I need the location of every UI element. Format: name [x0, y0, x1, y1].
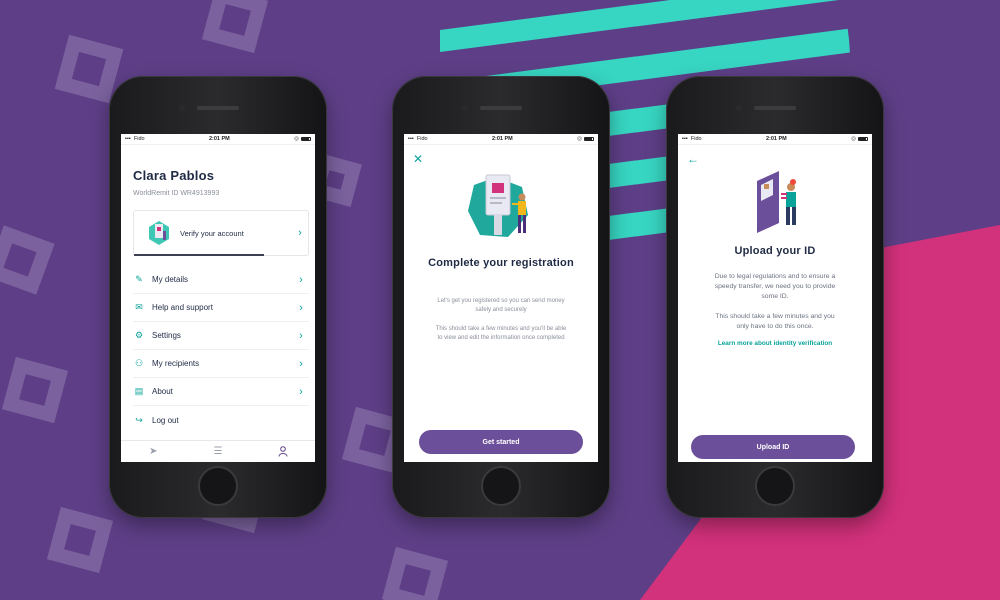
home-button[interactable] [755, 466, 795, 506]
status-bar: ▪▪▪ Fido 2:01 PM ◎ [121, 134, 315, 145]
upload-id-screen: ▪▪▪ Fido 2:01 PM ◎ ← Upload your ID Due t… [678, 134, 872, 462]
registration-screen: ▪▪▪ Fido 2:01 PM ◎ ✕ Complete your regist… [404, 134, 598, 462]
person-icon [278, 446, 288, 457]
speaker [754, 106, 796, 110]
bottom-tab-bar: ➤ ☰ [121, 440, 315, 462]
phone-upload-id: ▪▪▪ Fido 2:01 PM ◎ ← Upload your ID Due t… [666, 76, 884, 518]
upload-text-line: some ID. [761, 293, 789, 301]
verify-account-label: Verify your account [180, 228, 244, 238]
upload-id-title: Upload your ID [734, 245, 816, 257]
people-icon: ⚇ [134, 358, 144, 368]
account-icon[interactable] [268, 446, 298, 457]
menu-item-label: About [152, 387, 173, 396]
profile-screen: ▪▪▪ Fido 2:01 PM ◎ Clara Pablos WorldRemi… [121, 134, 315, 462]
battery-icon [857, 137, 868, 141]
send-icon[interactable]: ➤ [138, 446, 168, 457]
worldremit-id: WorldRemit ID WR4913993 [133, 190, 220, 197]
status-time: 2:01 PM [208, 136, 230, 142]
verify-progress-underline [134, 254, 264, 256]
registration-text-line: to view and edit the information once co… [437, 334, 565, 341]
upload-text-line: only have to do this once. [736, 322, 814, 330]
front-camera [736, 105, 742, 111]
get-started-button[interactable]: Get started [419, 430, 583, 454]
registration-text-line: Let's get you registered so you can send… [437, 298, 565, 304]
upload-id-button[interactable]: Upload ID [691, 435, 855, 459]
menu-item-my-details[interactable]: ✎ My details › [133, 266, 309, 294]
speaker [197, 106, 239, 110]
menu-item-help-and-support[interactable]: ✉ Help and support › [133, 294, 309, 322]
speaker [480, 106, 522, 110]
document-icon: ▤ [134, 386, 144, 396]
profile-menu: ✎ My details › ✉ Help and support › ⚙ Se… [121, 266, 315, 434]
profile-name: Clara Pablos [133, 168, 215, 183]
chevron-right-icon: › [299, 385, 303, 398]
menu-item-log-out[interactable]: ↪ Log out [133, 406, 309, 434]
chevron-right-icon: › [299, 329, 303, 342]
upload-text-line: This should take a few minutes and you [715, 312, 835, 320]
menu-item-label: Help and support [152, 303, 213, 312]
phone-profile: ▪▪▪ Fido 2:01 PM ◎ Clara Pablos WorldRemi… [109, 76, 327, 518]
menu-item-about[interactable]: ▤ About › [133, 378, 309, 406]
upload-id-illustration [678, 171, 872, 233]
gear-icon: ⚙ [134, 330, 144, 340]
chevron-right-icon: › [298, 227, 302, 239]
carrier-label: Fido [690, 136, 702, 142]
registration-text-line: safely and securely [475, 307, 527, 314]
logout-icon: ↪ [135, 414, 143, 425]
home-button[interactable] [198, 466, 238, 506]
menu-item-settings[interactable]: ⚙ Settings › [133, 322, 309, 350]
menu-item-label: Log out [152, 415, 179, 425]
battery-icon [583, 137, 594, 141]
mail-icon: ✉ [135, 302, 143, 312]
signal-icon: ▪▪▪ [125, 136, 131, 142]
transactions-icon[interactable]: ☰ [203, 446, 233, 457]
back-arrow-icon[interactable]: ← [678, 145, 872, 167]
upload-text-line: Due to legal regulations and to ensure a [714, 273, 836, 280]
chevron-right-icon: › [299, 357, 303, 370]
verify-illustration-icon [149, 221, 169, 245]
battery-icon [300, 137, 311, 141]
lock-rotation-icon: ◎ [851, 136, 856, 142]
lock-rotation-icon: ◎ [577, 136, 582, 142]
registration-text-line: This should take a few minutes and you'l… [435, 325, 567, 332]
identity-verification-link[interactable]: Learn more about identity verification [678, 340, 872, 347]
carrier-label: Fido [133, 136, 145, 142]
signal-icon: ▪▪▪ [682, 136, 688, 142]
registration-title: Complete your registration [428, 257, 574, 269]
lock-rotation-icon: ◎ [294, 136, 299, 142]
registration-illustration [404, 171, 598, 247]
edit-icon: ✎ [135, 274, 143, 284]
signal-icon: ▪▪▪ [408, 136, 414, 142]
menu-item-my-recipients[interactable]: ⚇ My recipients › [133, 350, 309, 378]
status-bar: ▪▪▪ Fido 2:01 PM ◎ [404, 134, 598, 145]
front-camera [462, 105, 468, 111]
close-icon[interactable]: ✕ [404, 145, 598, 167]
chevron-right-icon: › [299, 273, 303, 286]
status-bar: ▪▪▪ Fido 2:01 PM ◎ [678, 134, 872, 145]
menu-item-label: My details [152, 275, 189, 284]
status-time: 2:01 PM [491, 136, 513, 142]
carrier-label: Fido [416, 136, 428, 142]
chevron-right-icon: › [299, 301, 303, 314]
menu-item-label: Settings [152, 331, 181, 340]
phone-registration: ▪▪▪ Fido 2:01 PM ◎ ✕ Complete your regist… [392, 76, 610, 518]
upload-text-line: speedy transfer, we need you to provide [714, 283, 836, 291]
status-time: 2:01 PM [765, 136, 787, 142]
home-button[interactable] [481, 466, 521, 506]
front-camera [179, 105, 185, 111]
menu-item-label: My recipients [152, 359, 200, 368]
verify-account-card[interactable]: Verify your account › [133, 210, 309, 256]
